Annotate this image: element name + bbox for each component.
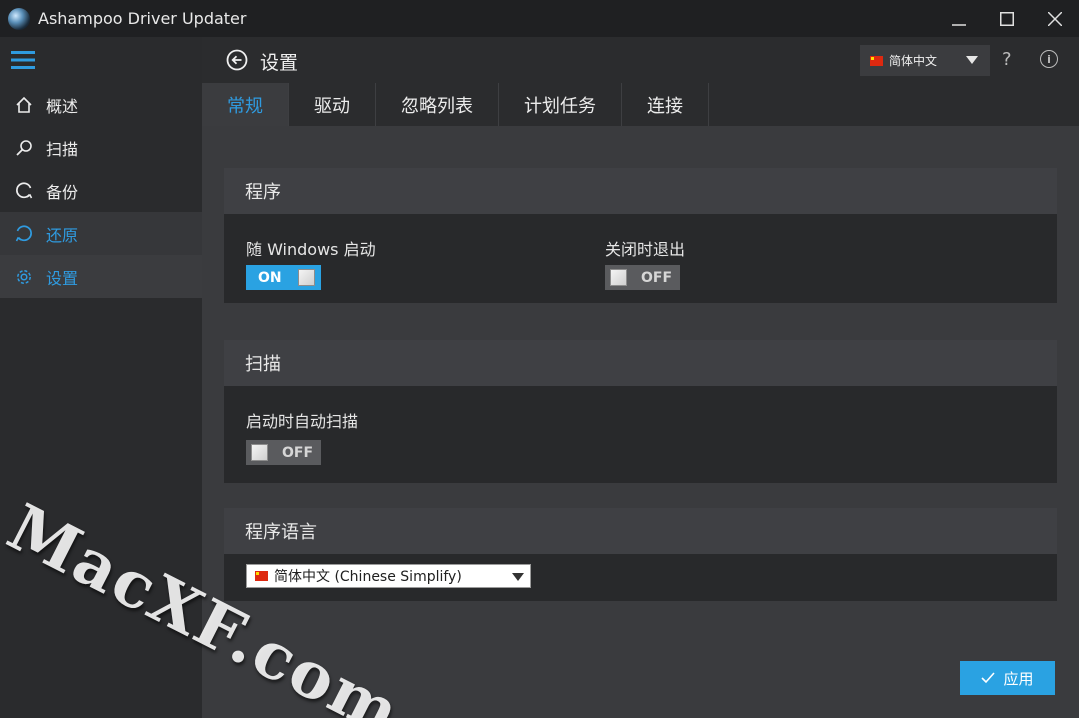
home-icon — [13, 94, 35, 116]
toggle-knob — [298, 269, 315, 286]
toggle-state-label: OFF — [641, 269, 673, 286]
sidebar-item-label: 还原 — [46, 225, 79, 245]
tab-drivers[interactable]: 驱动 — [289, 83, 376, 126]
settings-content: 程序 随 Windows 启动 ON 关闭时退出 OFF 扫描 启动时自动扫描 … — [202, 126, 1079, 718]
start-with-windows-toggle[interactable]: ON — [246, 265, 321, 290]
exit-on-close-label: 关闭时退出 — [605, 240, 686, 259]
sidebar-item-backup[interactable]: 备份 — [0, 169, 202, 212]
exit-on-close-toggle[interactable]: OFF — [605, 265, 680, 290]
toggle-state-label: ON — [258, 269, 282, 286]
tab-general[interactable]: 常规 — [202, 83, 289, 126]
section-title: 程序语言 — [224, 508, 1057, 554]
auto-scan-label: 启动时自动扫描 — [246, 412, 359, 431]
start-with-windows-label: 随 Windows 启动 — [246, 240, 376, 259]
close-button[interactable] — [1031, 0, 1079, 37]
caret-down-icon — [966, 56, 978, 64]
tab-connection[interactable]: 连接 — [622, 83, 709, 126]
minimize-icon — [952, 23, 966, 26]
apply-button[interactable]: 应用 — [960, 661, 1055, 695]
sidebar-item-label: 设置 — [46, 268, 79, 288]
section-title: 程序 — [224, 168, 1057, 214]
language-section-body: 简体中文 (Chinese Simplify) — [224, 554, 1057, 601]
program-section: 程序 随 Windows 启动 ON 关闭时退出 OFF — [224, 168, 1057, 303]
sidebar-item-restore[interactable]: 还原 — [0, 212, 202, 255]
info-button[interactable]: i — [1040, 50, 1058, 68]
close-icon — [1048, 11, 1062, 26]
hamburger-icon — [11, 51, 35, 69]
toggle-knob — [251, 444, 268, 461]
caret-down-icon — [512, 573, 524, 581]
gear-icon — [13, 266, 35, 288]
program-language-dropdown[interactable]: 简体中文 (Chinese Simplify) — [246, 564, 531, 588]
menu-toggle-button[interactable] — [0, 37, 202, 83]
auto-scan-toggle[interactable]: OFF — [246, 440, 321, 465]
language-select[interactable]: 简体中文 — [860, 45, 990, 76]
help-button[interactable]: ? — [1002, 49, 1012, 70]
app-logo-icon — [8, 7, 30, 30]
toggle-knob — [610, 269, 627, 286]
sidebar-item-overview[interactable]: 概述 — [0, 83, 202, 126]
program-language-value: 简体中文 (Chinese Simplify) — [274, 569, 462, 585]
checkmark-icon — [981, 672, 996, 684]
maximize-icon — [1000, 11, 1014, 26]
sidebar-item-scan[interactable]: 扫描 — [0, 126, 202, 169]
page-header: 设置 简体中文 ? i — [202, 37, 1079, 83]
scan-section: 扫描 启动时自动扫描 OFF — [224, 340, 1057, 483]
china-flag-icon — [255, 571, 268, 581]
section-title: 扫描 — [224, 340, 1057, 386]
china-flag-icon — [870, 55, 883, 66]
sidebar-item-settings[interactable]: 设置 — [0, 255, 202, 298]
program-section-body: 随 Windows 启动 ON 关闭时退出 OFF — [224, 214, 1057, 303]
page-title: 设置 — [260, 52, 299, 74]
apply-button-label: 应用 — [1003, 669, 1034, 688]
search-icon — [13, 137, 35, 159]
minimize-button[interactable] — [935, 0, 983, 37]
app-title: Ashampoo Driver Updater — [38, 9, 247, 28]
backup-icon — [13, 180, 35, 202]
maximize-button[interactable] — [983, 0, 1031, 37]
back-arrow-icon — [226, 49, 248, 71]
restore-icon — [13, 223, 35, 245]
sidebar-item-label: 概述 — [46, 96, 79, 116]
language-section: 程序语言 简体中文 (Chinese Simplify) — [224, 508, 1057, 601]
scan-section-body: 启动时自动扫描 OFF — [224, 386, 1057, 483]
title-bar: Ashampoo Driver Updater — [0, 0, 1079, 37]
sidebar-item-label: 扫描 — [46, 139, 79, 159]
tab-scheduled-tasks[interactable]: 计划任务 — [499, 83, 622, 126]
back-button[interactable] — [226, 49, 248, 71]
language-select-value: 简体中文 — [889, 54, 938, 68]
toggle-state-label: OFF — [282, 444, 314, 461]
settings-tabs: 常规 驱动 忽略列表 计划任务 连接 — [202, 83, 1079, 126]
sidebar: 概述 扫描 备份 还原 设置 — [0, 37, 202, 718]
window-controls — [935, 0, 1079, 37]
tab-ignore-list[interactable]: 忽略列表 — [376, 83, 499, 126]
sidebar-item-label: 备份 — [46, 182, 79, 202]
